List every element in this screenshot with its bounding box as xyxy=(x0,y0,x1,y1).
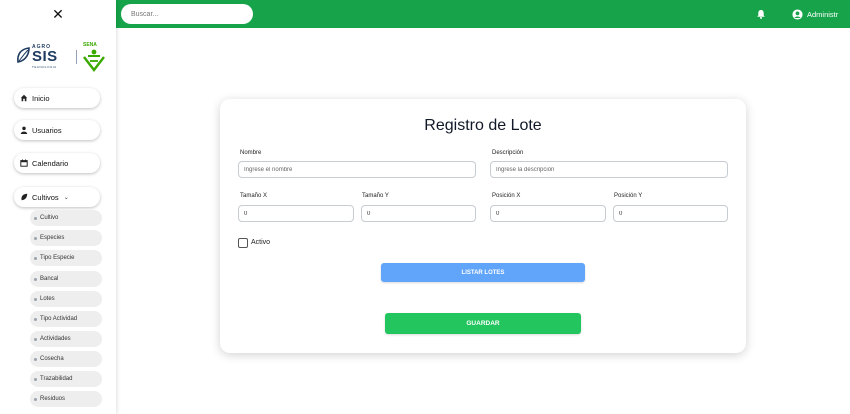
plant-icon xyxy=(21,193,28,201)
logo-divider xyxy=(76,50,77,64)
tamano-y-label: Tamaño Y xyxy=(362,193,389,199)
submenu-item-actividades[interactable]: Actividades xyxy=(30,331,102,347)
posicion-y-input[interactable] xyxy=(613,205,728,222)
user-icon xyxy=(20,126,28,134)
submenu-item-label: Tipo Especie xyxy=(40,255,75,261)
sidebar-item-label: Calendario xyxy=(32,158,69,168)
bell-icon[interactable] xyxy=(756,9,766,19)
sidebar-item-inicio[interactable]: Inicio xyxy=(14,88,100,108)
descripcion-input[interactable] xyxy=(490,161,728,178)
bullet-icon xyxy=(34,397,37,401)
submenu-item-label: Actividades xyxy=(40,336,71,342)
nombre-label: Nombre xyxy=(240,150,262,156)
submenu-item-label: Cosecha xyxy=(40,356,64,362)
bullet-icon xyxy=(34,377,37,381)
submenu-item-bancal[interactable]: Bancal xyxy=(30,271,102,287)
tamano-y-input[interactable] xyxy=(361,205,476,222)
page-title: Registro de Lote xyxy=(424,117,542,134)
sidebar-item-cultivos[interactable]: Cultivos ⌄ xyxy=(14,187,100,207)
agrosis-logo-bottom: TECNOLOGIA xyxy=(32,65,57,69)
sidebar: ✕ AGRO SIS TECNOLOGIA SENA Inicio Usuari… xyxy=(0,0,116,414)
submenu-item-label: Residuos xyxy=(40,396,66,402)
submenu-item-label: Bancal xyxy=(40,276,59,282)
bullet-icon xyxy=(34,216,37,220)
calendar-icon xyxy=(20,159,28,167)
save-button[interactable]: GUARDAR xyxy=(385,313,581,334)
bullet-icon xyxy=(34,357,37,361)
activo-label: Activo xyxy=(251,239,271,246)
sidebar-item-label: Cultivos xyxy=(32,192,59,202)
sena-emblem-icon xyxy=(83,49,105,72)
submenu-item-tipo-actividad[interactable]: Tipo Actividad xyxy=(30,311,102,327)
submenu-item-label: Trazabilidad xyxy=(40,376,73,382)
bullet-icon xyxy=(34,337,37,341)
submenu-item-label: Especies xyxy=(40,235,65,241)
bullet-icon xyxy=(34,277,37,281)
user-menu[interactable]: Administr xyxy=(792,7,838,21)
sidebar-item-calendario[interactable]: Calendario xyxy=(14,153,100,173)
submenu-item-label: Tipo Actividad xyxy=(40,316,78,322)
submenu-item-cultivo[interactable]: Cultivo xyxy=(30,210,102,226)
search-input[interactable] xyxy=(121,4,253,24)
bullet-icon xyxy=(34,297,37,301)
submenu-item-tipo-especie[interactable]: Tipo Especie xyxy=(30,250,102,266)
agrosis-logo: AGRO SIS TECNOLOGIA xyxy=(16,44,76,70)
home-icon xyxy=(20,94,28,102)
lote-form-card: Registro de Lote Nombre Descripción Tama… xyxy=(220,99,746,353)
posicion-x-label: Posición X xyxy=(492,193,521,199)
agrosis-logo-main: SIS xyxy=(32,48,58,65)
user-name: Administr xyxy=(807,9,839,19)
sidebar-item-label: Inicio xyxy=(32,93,50,103)
sidebar-item-usuarios[interactable]: Usuarios xyxy=(14,120,100,140)
user-circle-icon xyxy=(792,8,803,20)
submenu-item-lotes[interactable]: Lotes xyxy=(30,291,102,307)
leaf-icon xyxy=(17,47,30,63)
submenu-item-residuos[interactable]: Residuos xyxy=(30,391,102,407)
activo-checkbox[interactable] xyxy=(238,238,248,248)
logo-group: AGRO SIS TECNOLOGIA SENA xyxy=(14,42,106,72)
nombre-input[interactable] xyxy=(238,161,476,178)
posicion-y-label: Posición Y xyxy=(614,193,643,199)
top-bar: Administr xyxy=(116,0,850,28)
tamano-x-input[interactable] xyxy=(238,205,354,222)
close-icon[interactable]: ✕ xyxy=(50,6,66,22)
submenu-item-label: Lotes xyxy=(40,296,55,302)
submenu-item-trazabilidad[interactable]: Trazabilidad xyxy=(30,371,102,387)
submenu-item-cosecha[interactable]: Cosecha xyxy=(30,351,102,367)
submenu-item-label: Cultivo xyxy=(40,215,59,221)
sena-logo: SENA xyxy=(82,42,106,72)
bullet-icon xyxy=(34,256,37,260)
sidebar-item-label: Usuarios xyxy=(32,125,62,135)
bullet-icon xyxy=(34,317,37,321)
bullet-icon xyxy=(34,236,37,240)
list-lotes-button[interactable]: LISTAR LOTES xyxy=(381,263,585,282)
submenu-item-especies[interactable]: Especies xyxy=(30,230,102,246)
chevron-down-icon: ⌄ xyxy=(63,194,69,201)
tamano-x-label: Tamaño X xyxy=(240,193,268,199)
descripcion-label: Descripción xyxy=(492,150,524,156)
posicion-x-input[interactable] xyxy=(490,205,606,222)
